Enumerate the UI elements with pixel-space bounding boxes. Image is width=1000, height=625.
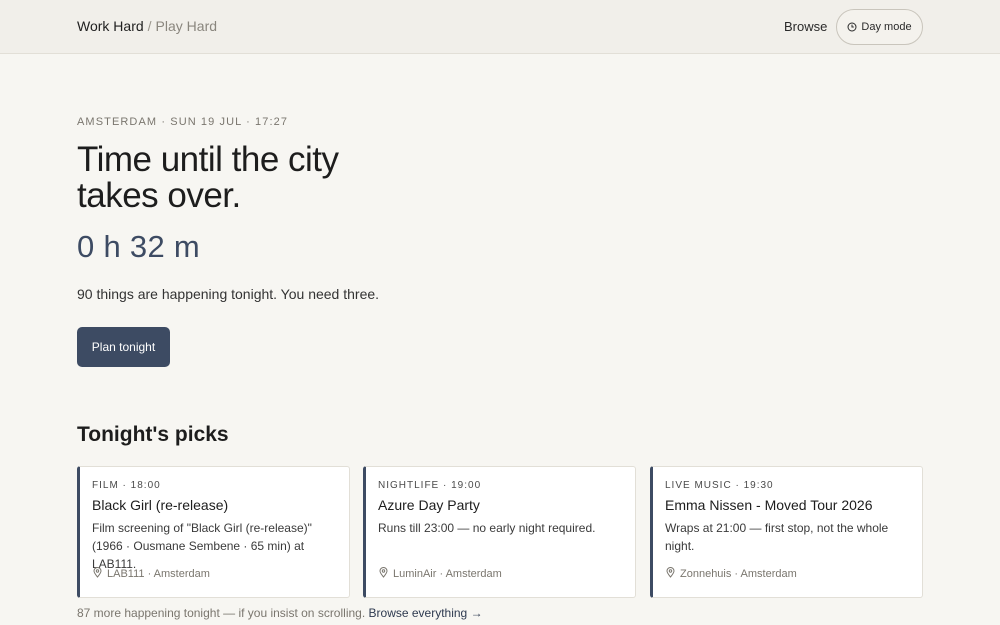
pick-description: Runs till 23:00 — no early night require… (378, 521, 596, 535)
brand-sub: Play Hard (155, 18, 218, 34)
pick-description: Wraps at 21:00 — first stop, not the who… (665, 521, 889, 553)
more-events-text: 87 more happening tonight — if you insis… (77, 606, 366, 620)
map-pin-icon (379, 567, 388, 581)
map-pin-icon (93, 567, 102, 581)
hero-tagline: 90 things are happening tonight. You nee… (77, 286, 380, 302)
location-date-time: AMSTERDAM · SUN 19 JUL · 17:27 (77, 116, 289, 128)
browse-everything-link[interactable]: Browse everything → (369, 606, 483, 620)
top-bar: Work Hard / Play Hard Browse Day mode (0, 0, 1000, 54)
pick-title: Emma Nissen - Moved Tour 2026 (665, 497, 873, 513)
pick-title: Azure Day Party (378, 497, 480, 513)
pick-location-text: LAB111 · Amsterdam (107, 568, 210, 580)
brand[interactable]: Work Hard / Play Hard (77, 18, 217, 34)
countdown: 0 h 32 m (77, 229, 201, 264)
pick-location: Zonnehuis · Amsterdam (666, 567, 797, 581)
pick-card[interactable]: FILM · 18:00 Black Girl (re-release) Fil… (77, 466, 350, 598)
map-pin-icon (666, 567, 675, 581)
pick-location: LAB111 · Amsterdam (93, 567, 210, 581)
day-mode-label: Day mode (861, 21, 912, 33)
pick-location-text: Zonnehuis · Amsterdam (680, 568, 797, 580)
day-mode-toggle[interactable]: Day mode (836, 9, 923, 45)
clock-icon (847, 22, 857, 32)
pick-card[interactable]: LIVE MUSIC · 19:30 Emma Nissen - Moved T… (650, 466, 923, 598)
more-events-note: 87 more happening tonight — if you insis… (77, 606, 483, 620)
hero-title: Time until the city takes over. (77, 140, 339, 215)
pick-meta: LIVE MUSIC · 19:30 (665, 480, 774, 491)
pick-card[interactable]: NIGHTLIFE · 19:00 Azure Day Party Runs t… (363, 466, 636, 598)
pick-description: Film screening of "Black Girl (re-releas… (92, 521, 312, 571)
brand-main: Work Hard (77, 18, 144, 34)
plan-tonight-button[interactable]: Plan tonight (77, 327, 170, 367)
browse-link[interactable]: Browse (784, 19, 827, 34)
picks-heading: Tonight's picks (77, 423, 229, 446)
pick-location-text: LuminAir · Amsterdam (393, 568, 502, 580)
pick-location: LuminAir · Amsterdam (379, 567, 502, 581)
pick-meta: NIGHTLIFE · 19:00 (378, 480, 482, 491)
pick-title: Black Girl (re-release) (92, 497, 229, 513)
brand-separator: / (147, 18, 152, 34)
pick-meta: FILM · 18:00 (92, 480, 161, 491)
